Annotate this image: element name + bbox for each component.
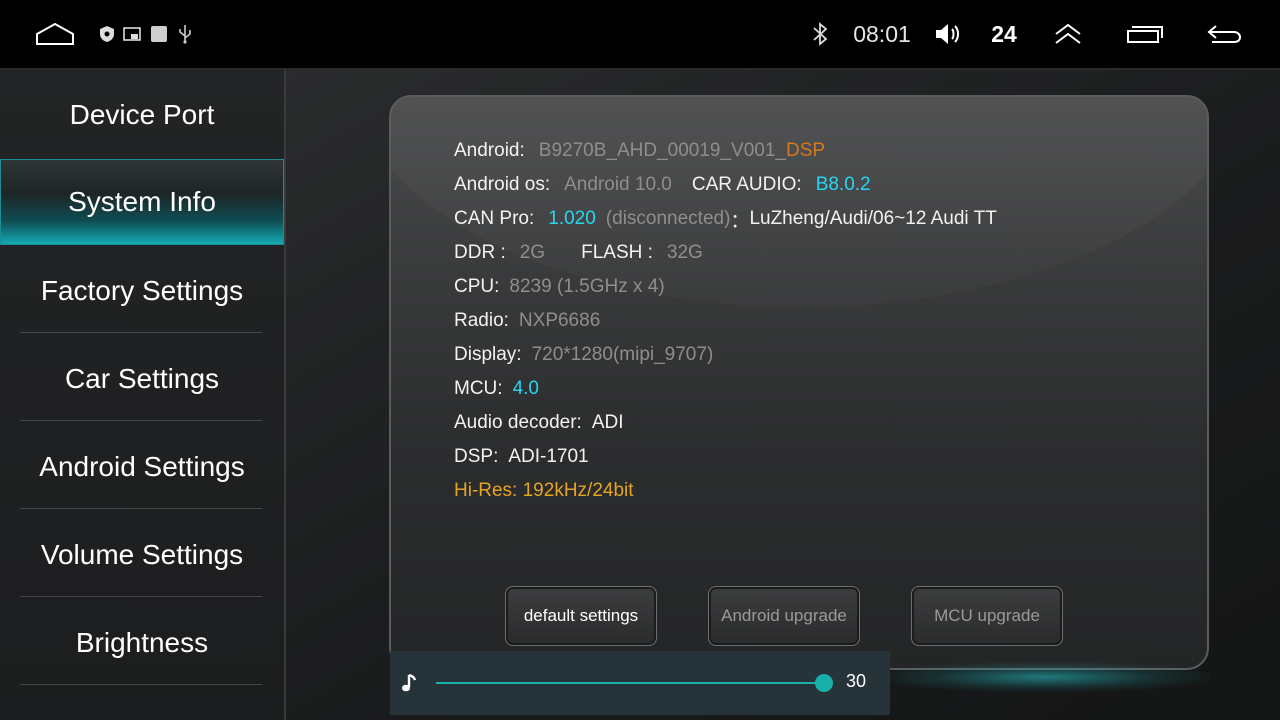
info-audio-decoder: Audio decoder: ADI: [454, 406, 624, 440]
sidebar-item-label: Volume Settings: [40, 539, 244, 570]
info-value: 1.020: [548, 208, 596, 229]
volume-slider-track[interactable]: [436, 682, 828, 684]
sidebar-item-label: System Info: [68, 186, 216, 217]
mcu-upgrade-button[interactable]: MCU upgrade: [911, 586, 1063, 646]
cast-icon: [122, 0, 142, 68]
info-value: 4.0: [512, 378, 539, 399]
info-memory: DDR : 2G FLASH : 32G: [454, 236, 703, 270]
sidebar-item-brightness[interactable]: Brightness: [0, 600, 284, 686]
sidebar-item-car-settings[interactable]: Car Settings: [0, 336, 284, 422]
volume-value: 30: [846, 671, 867, 691]
info-label: Android os:: [454, 174, 551, 195]
recent-apps-icon: [1127, 26, 1163, 43]
bluetooth-icon: [808, 0, 832, 68]
shield-icon: [98, 0, 116, 68]
info-display: Display: 720*1280(mipi_9707): [454, 338, 713, 372]
info-value: Android 10.0: [564, 174, 672, 195]
sidebar-item-label: Brightness: [75, 627, 209, 658]
square-icon: [149, 0, 169, 68]
sidebar-item-system-info[interactable]: System Info: [0, 159, 284, 245]
divider: [20, 596, 262, 597]
sidebar-item-label: Device Port: [69, 99, 215, 130]
music-note-icon: [402, 673, 417, 692]
info-label: CPU:: [454, 276, 500, 297]
info-value: 32G: [666, 242, 703, 263]
info-radio: Radio: NXP6686: [454, 304, 600, 338]
info-label: Android:: [454, 140, 525, 161]
info-value: 720*1280(mipi_9707): [531, 344, 714, 365]
usb-icon: [176, 0, 194, 68]
divider: [20, 684, 262, 685]
home-button[interactable]: [30, 0, 80, 68]
status-bar: 08:01 24: [0, 0, 1280, 70]
info-value: B8.0.2: [815, 174, 871, 195]
button-label: MCU upgrade: [934, 606, 1040, 625]
info-label: Audio decoder:: [454, 412, 582, 433]
sidebar-item-factory-settings[interactable]: Factory Settings: [0, 248, 284, 334]
accent-glow: [880, 662, 1210, 692]
info-label: CAN Pro:: [454, 208, 535, 229]
info-value: NXP6686: [518, 310, 601, 331]
back-icon: [1207, 25, 1242, 43]
clock: 08:01: [853, 20, 911, 47]
info-value: B9270B_AHD_00019_V001_: [538, 140, 786, 161]
expand-button[interactable]: [1048, 0, 1088, 68]
info-android-os: Android os: Android 10.0 CAR AUDIO: B8.0…: [454, 168, 871, 202]
home-icon: [36, 22, 74, 45]
settings-sidebar: Device Port System Info Factory Settings…: [0, 70, 286, 720]
info-label: Display:: [454, 344, 522, 365]
chevron-up-icon: [1055, 23, 1081, 44]
info-label: FLASH :: [581, 242, 653, 263]
info-label: Radio:: [454, 310, 509, 331]
sidebar-item-label: Car Settings: [64, 363, 220, 394]
default-settings-button[interactable]: default settings: [505, 586, 657, 646]
volume-overlay: 30: [390, 651, 890, 715]
info-value-suffix: DSP: [786, 140, 826, 161]
info-value: ADI: [591, 412, 624, 433]
info-dsp: DSP: ADI-1701: [454, 440, 589, 474]
info-hires: Hi-Res: 192kHz/24bit: [454, 480, 634, 501]
info-label: DDR :: [454, 242, 506, 263]
volume-level: 24: [991, 20, 1017, 47]
sidebar-item-device-port[interactable]: Device Port: [0, 72, 284, 158]
speaker-icon: [936, 24, 959, 44]
can-separator: ：: [730, 210, 750, 232]
info-value: ADI-1701: [508, 446, 589, 467]
sidebar-item-label: Android Settings: [39, 451, 245, 482]
recent-apps-button[interactable]: [1124, 0, 1166, 68]
button-label: default settings: [523, 606, 639, 625]
can-status: (disconnected): [605, 208, 731, 229]
can-car-model: LuZheng/Audi/06~12 Audi TT: [749, 208, 997, 229]
info-label: DSP:: [454, 446, 499, 467]
button-label: Android upgrade: [721, 606, 847, 625]
info-mcu: MCU: 4.0: [454, 372, 539, 406]
info-value: 2G: [519, 242, 546, 263]
sidebar-item-label: Factory Settings: [40, 275, 244, 306]
back-button[interactable]: [1204, 0, 1244, 68]
volume-slider-thumb[interactable]: [815, 674, 834, 692]
android-upgrade-button[interactable]: Android upgrade: [708, 586, 860, 646]
divider: [20, 420, 262, 421]
volume-button[interactable]: [932, 0, 964, 68]
info-value: 8239 (1.5GHz x 4): [509, 276, 665, 297]
info-label: MCU:: [454, 378, 503, 399]
info-android: Android: B9270B_AHD_00019_V001_ DSP: [454, 134, 825, 168]
sidebar-item-volume-settings[interactable]: Volume Settings: [0, 512, 284, 598]
volume-slider-fill: [436, 682, 825, 684]
info-label: CAR AUDIO:: [691, 174, 802, 195]
sidebar-item-android-settings[interactable]: Android Settings: [0, 424, 284, 510]
info-cpu: CPU: 8239 (1.5GHz x 4): [454, 270, 665, 304]
info-can-pro: CAN Pro: 1.020 (disconnected)： LuZheng/Au…: [454, 202, 997, 236]
divider: [20, 332, 262, 333]
divider: [20, 508, 262, 509]
